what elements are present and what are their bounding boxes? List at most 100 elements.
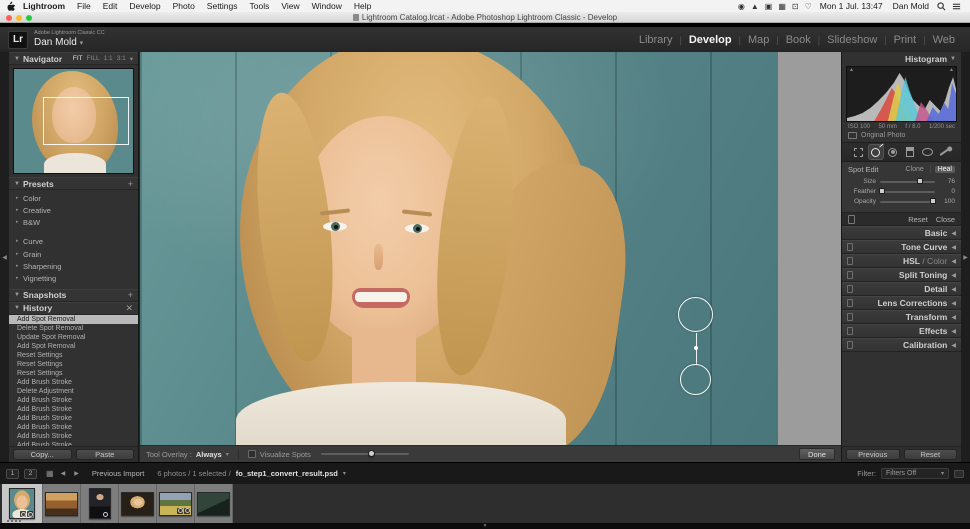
section-switch-icon[interactable] (847, 257, 853, 265)
reset-button[interactable]: Reset (904, 449, 958, 460)
history-item[interactable]: Reset Settings (9, 351, 138, 360)
selected-filename[interactable]: fo_step1_convert_result.psd (236, 469, 338, 478)
section-calibration[interactable]: Calibration ◀ (842, 338, 961, 352)
thumb-badge-icon[interactable] (103, 511, 109, 517)
section-switch-icon[interactable] (847, 327, 853, 335)
panel-switch-icon[interactable] (848, 215, 855, 224)
bottom-panel-collapse[interactable]: ▼ (0, 523, 970, 529)
history-item[interactable]: Add Brush Stroke (9, 378, 138, 387)
minimize-window-button[interactable] (16, 15, 22, 21)
section-expand-icon[interactable]: ◀ (951, 286, 956, 293)
navigator-header[interactable]: ▼ Navigator FIT FILL 1:1 3:1 ▾ (9, 52, 138, 65)
clear-history-icon[interactable]: ✕ (125, 303, 133, 314)
apple-menu-icon[interactable] (6, 1, 15, 11)
heal-mode-button[interactable]: Heal (935, 166, 955, 173)
zoom-ratio-button[interactable]: 3:1 (117, 55, 126, 63)
red-eye-tool[interactable] (886, 145, 900, 159)
history-item[interactable]: Reset Settings (9, 369, 138, 378)
module-print[interactable]: Print (887, 34, 924, 46)
menu-help[interactable]: Help (348, 1, 377, 11)
thumb-badge-icon[interactable] (27, 511, 33, 517)
history-item[interactable]: Delete Adjustment (9, 387, 138, 396)
visualize-spots-slider[interactable] (321, 453, 409, 455)
zoom-1-1-button[interactable]: 1:1 (104, 55, 113, 63)
previous-photo-icon[interactable]: ◀ (59, 470, 68, 477)
zoom-window-button[interactable] (26, 15, 32, 21)
section-transform[interactable]: Transform ◀ (842, 310, 961, 324)
section-expand-icon[interactable]: ◀ (951, 244, 956, 251)
history-item[interactable]: Add Spot Removal (9, 342, 138, 351)
slider-thumb[interactable] (917, 178, 923, 184)
module-develop[interactable]: Develop (682, 34, 739, 46)
history-item[interactable]: Update Spot Removal (9, 333, 138, 342)
snapshots-header[interactable]: ▼ Snapshots + (9, 289, 138, 302)
preset-creative[interactable]: ▸Creative (9, 205, 138, 217)
history-item[interactable]: Reset Settings (9, 360, 138, 369)
close-window-button[interactable] (6, 15, 12, 21)
menu-file[interactable]: File (71, 1, 97, 11)
section-switch-icon[interactable] (847, 271, 853, 279)
tool-overlay-value[interactable]: Always (196, 450, 222, 459)
next-photo-icon[interactable]: ▶ (72, 470, 81, 477)
status-icon-4[interactable]: ▦ (775, 2, 789, 11)
filter-toggle[interactable] (954, 470, 964, 478)
histogram-header[interactable]: Histogram ▼ (842, 52, 961, 65)
thumb-meadow-mountains[interactable] (159, 492, 192, 516)
history-item[interactable]: Add Brush Stroke (9, 423, 138, 432)
opacity-slider[interactable] (880, 201, 935, 203)
thumb-blonde-portrait-dark[interactable] (121, 492, 154, 516)
section-expand-icon[interactable]: ◀ (951, 342, 956, 349)
develop-canvas[interactable] (140, 52, 841, 445)
module-web[interactable]: Web (926, 34, 962, 46)
section-expand-icon[interactable]: ◀ (951, 314, 956, 321)
section-switch-icon[interactable] (847, 285, 853, 293)
previous-button[interactable]: Previous (846, 449, 900, 460)
thumb-dark-forest-road[interactable] (197, 492, 230, 516)
menubar-clock[interactable]: Mon 1 Jul. 13:47 (815, 1, 888, 11)
thumb-sunset-landscape[interactable] (45, 492, 78, 516)
module-slideshow[interactable]: Slideshow (820, 34, 884, 46)
copy-button[interactable]: Copy... (13, 449, 72, 460)
chevron-down-icon[interactable]: ▾ (130, 55, 133, 63)
history-item[interactable]: Add Brush Stroke (9, 432, 138, 441)
graduated-filter-tool[interactable] (903, 145, 917, 159)
filmstrip-thumb-2[interactable] (43, 484, 81, 523)
status-icon-3[interactable]: ▣ (762, 2, 776, 11)
menu-view[interactable]: View (275, 1, 305, 11)
size-slider[interactable] (880, 181, 935, 183)
menu-lightroom[interactable]: Lightroom (17, 1, 71, 11)
section-hsl-color[interactable]: HSL / Color ◀ (842, 254, 961, 268)
crop-overlay-tool[interactable] (852, 145, 866, 159)
section-effects[interactable]: Effects ◀ (842, 324, 961, 338)
module-library[interactable]: Library (632, 34, 680, 46)
section-detail[interactable]: Detail ◀ (842, 282, 961, 296)
photo-blonde-woman-teal[interactable] (140, 52, 778, 445)
status-icon-2[interactable]: ▲ (748, 2, 762, 11)
spot-close-button[interactable]: Close (936, 215, 955, 224)
visualize-spots-checkbox[interactable] (248, 450, 256, 458)
identity-plate[interactable]: Adobe Lightroom Classic CC Dan Mold ▾ (34, 31, 105, 48)
add-snapshot-icon[interactable]: + (128, 290, 133, 300)
history-item[interactable]: Add Brush Stroke (9, 405, 138, 414)
status-icon-5[interactable]: ⊡ (789, 2, 802, 11)
slider-thumb[interactable] (879, 188, 885, 194)
spotlight-search-icon[interactable] (937, 2, 946, 11)
preset-curve[interactable]: ▸Curve (9, 236, 138, 248)
history-item[interactable]: Delete Spot Removal (9, 324, 138, 333)
notification-center-icon[interactable] (952, 2, 961, 11)
spot-reset-button[interactable]: Reset (908, 215, 928, 224)
history-header[interactable]: ▼ History ✕ (9, 302, 138, 315)
section-expand-icon[interactable]: ◀ (951, 300, 956, 307)
section-switch-icon[interactable] (847, 341, 853, 349)
section-tone-curve[interactable]: Tone Curve ◀ (842, 240, 961, 254)
right-panel-collapse-arrow[interactable]: ▶ (961, 52, 970, 462)
module-map[interactable]: Map (741, 34, 776, 46)
history-item[interactable]: Add Brush Stroke (9, 396, 138, 405)
preset-color[interactable]: ▸Color (9, 193, 138, 205)
presets-header[interactable]: ▼ Presets + (9, 177, 138, 190)
feather-value[interactable]: 0 (939, 188, 955, 195)
spot-removal-tool[interactable] (869, 145, 883, 159)
section-expand-icon[interactable]: ◀ (951, 258, 956, 265)
spot-removal-source-circle[interactable] (680, 364, 711, 395)
chevron-down-icon[interactable]: ▾ (226, 451, 229, 458)
